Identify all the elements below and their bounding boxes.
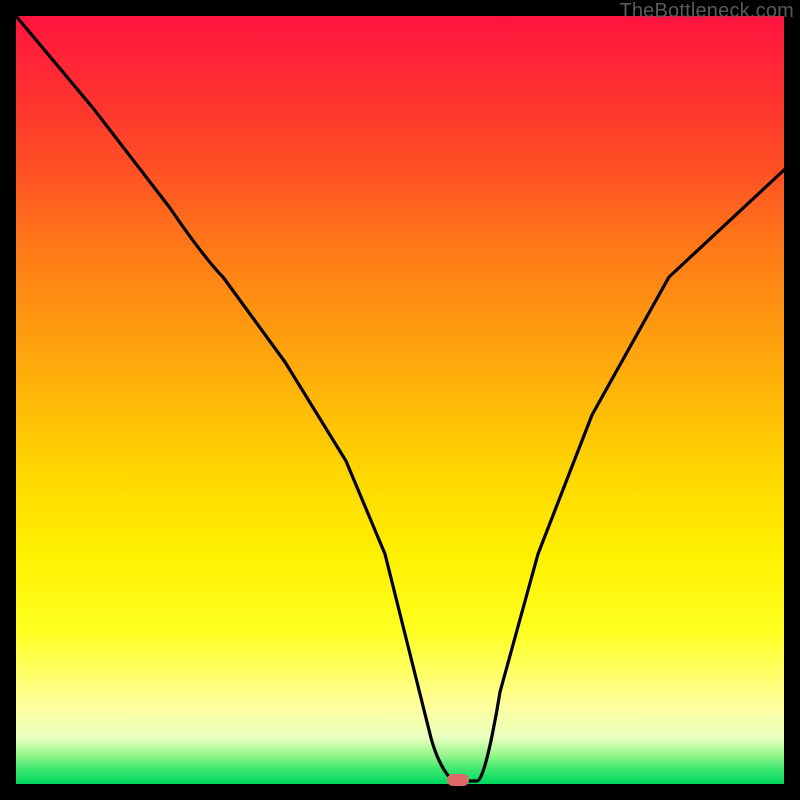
- watermark: TheBottleneck.com: [619, 0, 794, 23]
- bottleneck-curve-path: [16, 16, 784, 781]
- optimum-marker: [447, 774, 469, 786]
- plot-area: [16, 16, 784, 784]
- curve-svg: [16, 16, 784, 784]
- chart-container: TheBottleneck.com: [0, 0, 800, 800]
